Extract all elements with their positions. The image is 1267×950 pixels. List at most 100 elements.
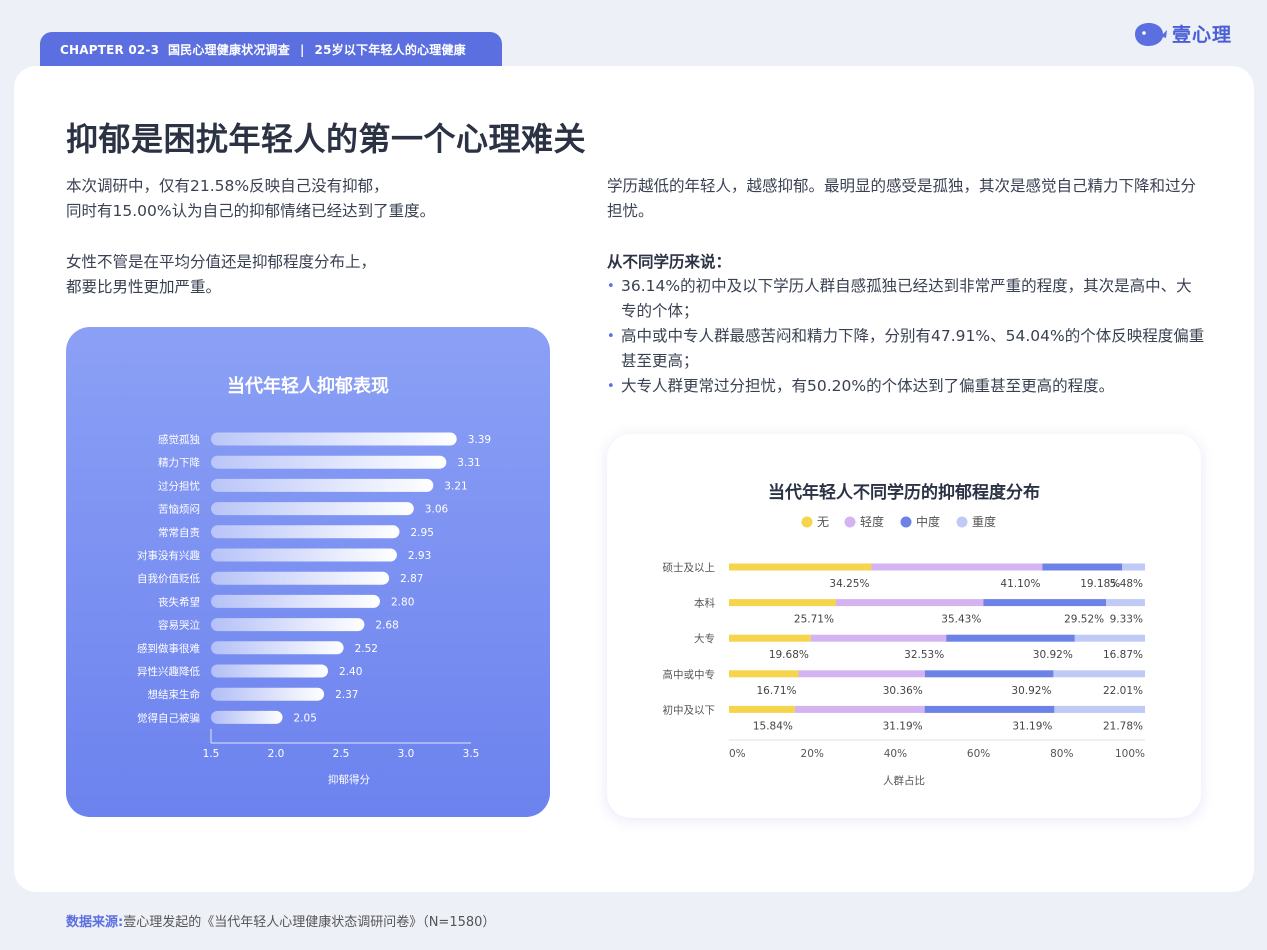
bar-segment (729, 563, 872, 571)
bar-segment (1106, 599, 1145, 607)
x-tick-label: 20% (801, 748, 824, 760)
category-label: 过分担忧 (158, 479, 200, 492)
category-label: 高中或中专 (663, 668, 716, 681)
data-label: 2.05 (294, 712, 317, 724)
bar-segment (729, 670, 799, 678)
chart-title: 当代年轻人不同学历的抑郁程度分布 (768, 482, 1040, 503)
bullet-item: 大专人群更常过分担忧，有50.20%的个体达到了偏重甚至更高的程度。 (607, 374, 1207, 399)
summary-line: 本次调研中，仅有21.58%反映自己没有抑郁， (66, 177, 389, 195)
data-label: 9.33% (1110, 614, 1143, 626)
category-label: 丧失希望 (158, 595, 200, 608)
category-label: 自我价值贬低 (137, 572, 200, 585)
legend-label: 重度 (972, 514, 996, 529)
chapter-separator: | (299, 43, 305, 57)
summary-paragraph-1: 本次调研中，仅有21.58%反映自己没有抑郁， 同时有15.00%认为自己的抑郁情… (66, 174, 586, 224)
chapter-section: 国民心理健康状况调查 (167, 43, 290, 57)
bar-segment (794, 705, 925, 713)
x-tick-label: 2.5 (333, 748, 350, 760)
bar-segment (1054, 705, 1145, 713)
bar-segment (810, 634, 947, 642)
bar-segment (835, 599, 984, 607)
data-label: 32.53% (904, 649, 944, 661)
data-label: 30.92% (1011, 685, 1051, 697)
brand-logo: 壹心理 (1132, 18, 1232, 48)
x-tick-label: 60% (967, 748, 990, 760)
x-tick-label: 3.5 (463, 748, 480, 760)
bar (211, 548, 397, 562)
legend-swatch (900, 516, 912, 528)
x-tick-label: 2.0 (268, 748, 285, 760)
bar-segment (946, 634, 1075, 642)
legend-swatch (801, 516, 813, 528)
category-label: 感觉孤独 (158, 433, 200, 446)
depression-symptoms-chart: 当代年轻人抑郁表现感觉孤独 3.39 精力下降 3.31 过分担忧 3.21 苦恼烦闷 3.0… (137, 375, 491, 786)
education-bullets: 36.14%的初中及以下学历人群自感孤独已经达到非常严重的程度，其次是高中、大专… (607, 274, 1207, 399)
category-label: 感到做事很难 (137, 642, 200, 655)
bar-segment (729, 599, 836, 607)
category-label: 容易哭泣 (158, 619, 200, 632)
category-label: 觉得自己被骗 (137, 711, 200, 724)
education-subhead: 从不同学历来说： (607, 253, 732, 271)
data-label: 25.71% (794, 614, 834, 626)
data-label: 29.52% (1064, 614, 1104, 626)
legend-label: 中度 (916, 514, 940, 529)
bar (211, 641, 344, 655)
data-label: 30.92% (1033, 649, 1073, 661)
bar-segment (983, 599, 1107, 607)
data-label: 3.21 (444, 480, 467, 492)
depression-symptoms-chart-card: 当代年轻人抑郁表现 感觉孤独 3.39 精力下降 3.31 过分担忧 3.21 苦恼烦闷 3.0… (66, 327, 550, 817)
legend-swatch (844, 516, 856, 528)
data-label: 16.87% (1103, 649, 1143, 661)
summary-line: 女性不管是在平均分值还是抑郁程度分布上， (66, 253, 377, 271)
summary-line: 同时有15.00%认为自己的抑郁情绪已经达到了重度。 (66, 202, 436, 220)
data-label: 2.37 (335, 689, 358, 701)
data-label: 2.95 (411, 527, 434, 539)
education-distribution-chart: 当代年轻人不同学历的抑郁程度分布无 轻度 中度 重度硕士及以上 34.25% 41.10%… (663, 482, 1146, 787)
bar (211, 478, 434, 492)
education-distribution-chart-card: 当代年轻人不同学历的抑郁程度分布无 轻度 中度 重度 硕士及以上 34.25% 41.10%… (607, 434, 1201, 818)
bar (211, 618, 365, 632)
chapter-code: CHAPTER 02-3 (60, 43, 160, 57)
data-label: 2.68 (375, 620, 398, 632)
bullet-item: 36.14%的初中及以下学历人群自感孤独已经达到非常严重的程度，其次是高中、大专… (607, 274, 1207, 324)
data-label: 30.36% (883, 685, 923, 697)
bar (211, 710, 283, 724)
category-label: 异性兴趣降低 (137, 665, 200, 678)
data-label: 31.19% (1012, 720, 1052, 732)
summary-line: 都要比男性更加严重。 (66, 278, 222, 296)
bar-segment (924, 705, 1055, 713)
data-label: 2.87 (400, 573, 423, 585)
category-label: 想结束生命 (148, 688, 201, 701)
data-label: 19.68% (769, 649, 809, 661)
data-label: 22.01% (1103, 685, 1143, 697)
page-title: 抑郁是困扰年轻人的第一个心理难关 (66, 120, 587, 158)
x-tick-label: 0% (729, 748, 746, 760)
x-tick-label: 80% (1050, 748, 1073, 760)
data-label: 31.19% (883, 720, 923, 732)
x-tick-label: 40% (884, 748, 907, 760)
x-tick-label: 1.5 (203, 748, 220, 760)
data-label: 15.84% (753, 720, 793, 732)
bar (211, 687, 325, 701)
data-label: 2.40 (339, 666, 362, 678)
bar-segment (924, 670, 1054, 678)
bar-segment (1053, 670, 1145, 678)
category-label: 硕士及以上 (663, 561, 716, 574)
bullet-item: 高中或中专人群最感苦闷和精力下降，分别有47.91%、54.04%的个体反映程度… (607, 324, 1207, 374)
x-tick-label: 3.0 (398, 748, 415, 760)
bar-segment (1074, 634, 1145, 642)
category-label: 苦恼烦闷 (158, 503, 200, 516)
legend-label: 无 (817, 515, 829, 529)
bar (211, 664, 328, 678)
data-label: 34.25% (829, 578, 869, 590)
bar (211, 594, 380, 608)
data-label: 3.31 (457, 457, 480, 469)
bar-segment (798, 670, 925, 678)
bar-segment (871, 563, 1043, 571)
category-label: 本科 (694, 597, 715, 610)
x-axis-title: 人群占比 (883, 774, 925, 787)
data-label: 3.06 (425, 504, 449, 516)
chart-title: 当代年轻人抑郁表现 (227, 375, 389, 397)
legend-swatch (956, 516, 968, 528)
data-label: 3.39 (468, 434, 491, 446)
